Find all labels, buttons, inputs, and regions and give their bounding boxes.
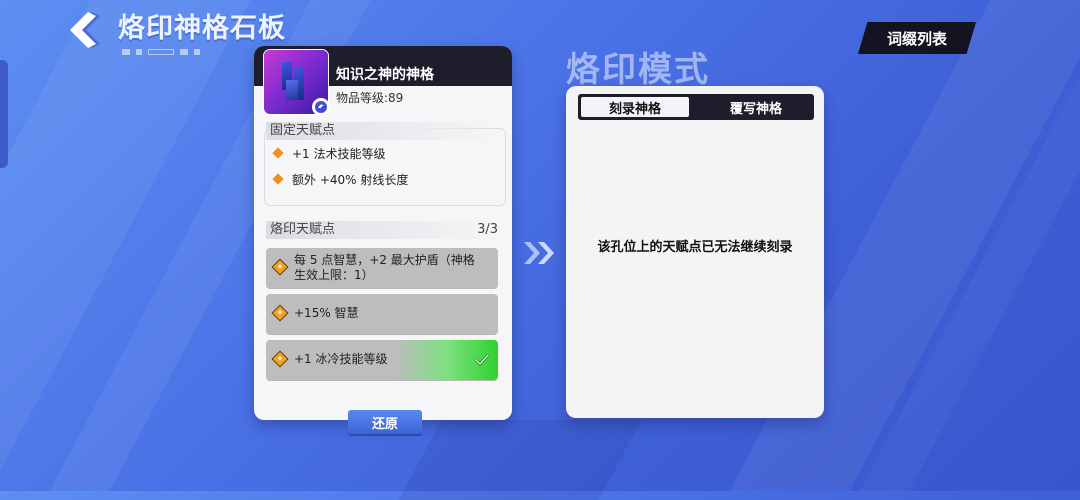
brand-mode-panel: 刻录神格 覆写神格 该孔位上的天赋点已无法继续刻录 [566, 86, 824, 418]
swirl-icon [312, 98, 330, 116]
status-message: 该孔位上的天赋点已无法继续刻录 [597, 240, 793, 255]
chevron-left-icon [70, 12, 100, 48]
checkmark-icon [474, 354, 490, 367]
item-level: 物品等级:89 [336, 91, 404, 105]
gem-icon [271, 304, 289, 322]
talent-slot-1[interactable]: 每 5 点智慧，+2 最大护盾（神格 生效上限：1） [266, 248, 498, 288]
brand-talents-heading: 烙印天赋点 [266, 221, 500, 239]
mode-tabs: 刻录神格 覆写神格 [578, 94, 814, 120]
diamond-icon [272, 173, 284, 185]
talent-slot-3[interactable]: +1 冰冷技能等级 [266, 340, 498, 380]
tab-overwrite[interactable]: 覆写神格 [702, 97, 810, 117]
slot-text: +15% 智慧 [294, 306, 359, 320]
restore-button[interactable]: 还原 [348, 410, 422, 434]
talent-slot-2[interactable]: +15% 智慧 [266, 294, 498, 334]
tab-engrave[interactable]: 刻录神格 [581, 97, 689, 117]
diamond-icon [272, 147, 284, 159]
double-chevron-right-icon [524, 242, 554, 264]
brand-talents-count: 3/3 [477, 222, 498, 237]
title-decoration [122, 40, 206, 59]
item-name: 知识之神的神格 [336, 67, 434, 83]
fixed-talent-row: +1 法术技能等级 [272, 145, 386, 162]
gem-icon [271, 350, 289, 368]
gem-icon [271, 258, 289, 276]
fixed-talents-heading: 固定天赋点 [266, 122, 500, 140]
mode-title: 烙印模式 [566, 50, 710, 90]
slot-text: +1 冰冷技能等级 [294, 352, 388, 366]
slot-text: 每 5 点智慧，+2 最大护盾（神格 生效上限：1） [294, 253, 475, 282]
back-button[interactable] [66, 8, 106, 52]
side-tab[interactable] [0, 60, 8, 168]
fixed-talent-row: 额外 +40% 射线长度 [272, 171, 408, 188]
affix-list-button[interactable]: 词缀列表 [858, 22, 976, 54]
slate-card: 知识之神的神格 物品等级:89 固定天赋点 +1 法术技能等级 额外 +40% … [254, 46, 512, 420]
